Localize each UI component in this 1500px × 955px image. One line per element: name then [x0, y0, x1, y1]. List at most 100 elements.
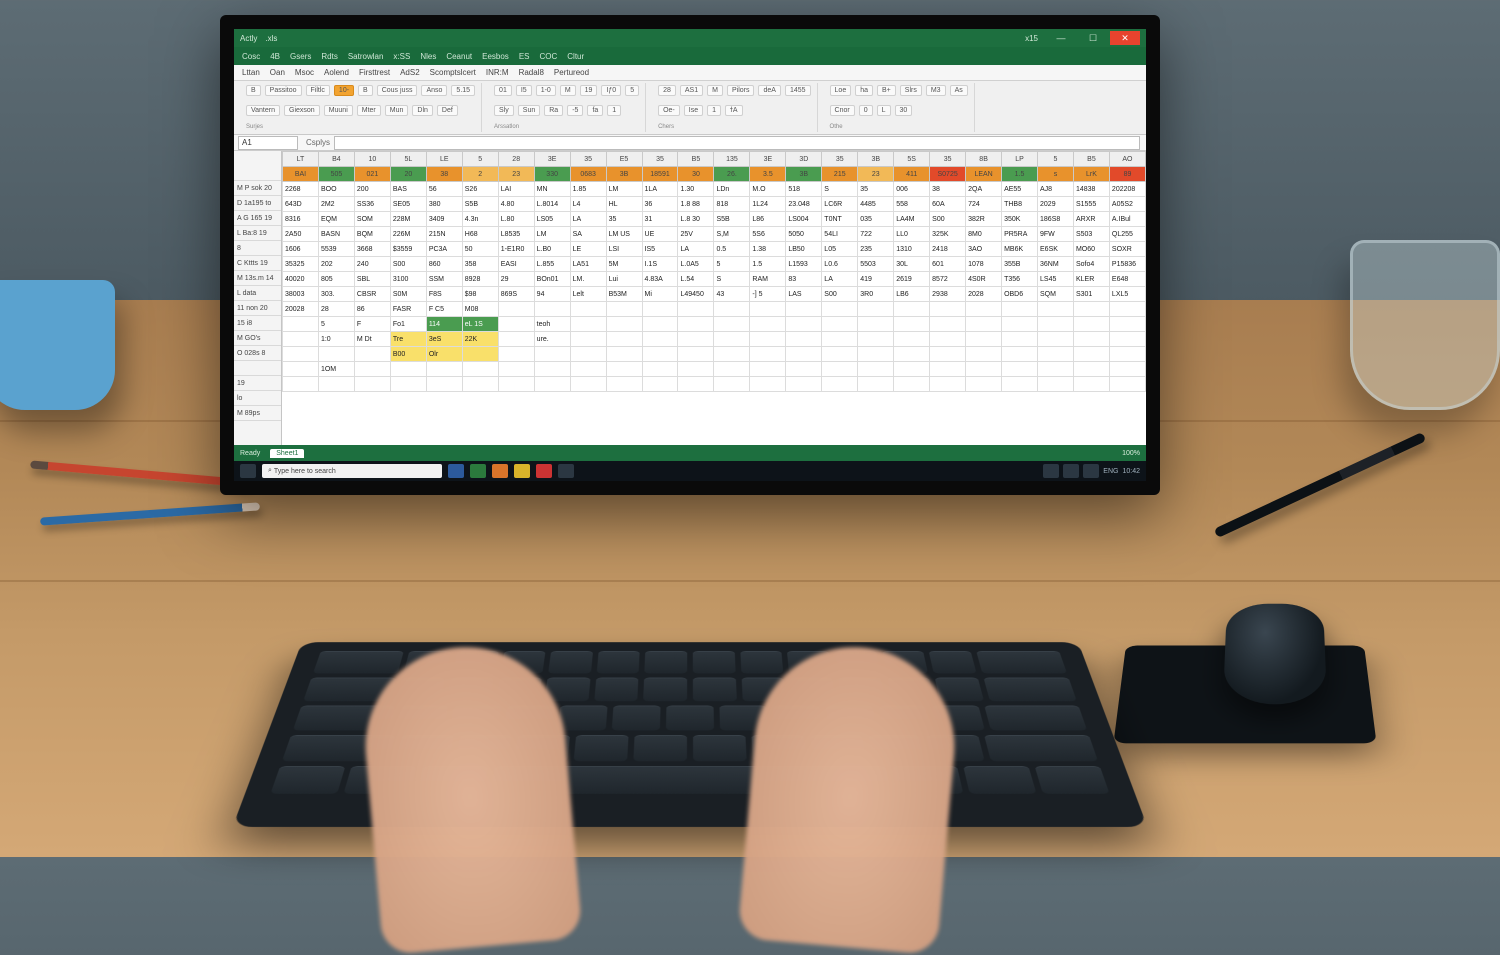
cell[interactable]: 114 [426, 317, 462, 332]
cell[interactable]: 5 [714, 257, 750, 272]
cell[interactable]: 5 [318, 317, 354, 332]
cell[interactable]: A.IBul [1109, 212, 1145, 227]
cell[interactable]: UE [642, 227, 678, 242]
ribbon-button[interactable]: -5 [567, 105, 583, 116]
cell[interactable]: 4485 [858, 197, 894, 212]
menu-item[interactable]: INR:M [486, 68, 509, 77]
cell[interactable] [678, 347, 714, 362]
cell[interactable]: HL [606, 197, 642, 212]
cell[interactable]: LDn [714, 182, 750, 197]
cell[interactable]: SOM [354, 212, 390, 227]
cell[interactable]: -] 5 [750, 287, 786, 302]
menu-item[interactable]: Lttan [242, 68, 260, 77]
ribbon-button[interactable]: 1 [707, 105, 721, 116]
cell[interactable] [498, 317, 534, 332]
cell[interactable]: L.0A5 [678, 257, 714, 272]
cell[interactable] [462, 377, 498, 392]
cell[interactable] [822, 332, 858, 347]
column-header[interactable]: 28 [498, 152, 534, 167]
cell[interactable]: LS05 [534, 212, 570, 227]
column-header[interactable]: 5 [462, 152, 498, 167]
cell[interactable]: BAS [390, 182, 426, 197]
ribbon-button[interactable]: 5.15 [451, 85, 475, 96]
cell[interactable]: 43 [714, 287, 750, 302]
cell[interactable]: S301 [1073, 287, 1109, 302]
ribbon-tab[interactable]: Ceanut [446, 52, 472, 61]
cell[interactable]: 8572 [930, 272, 966, 287]
taskbar-app-icon[interactable] [514, 464, 530, 478]
cell[interactable]: 36 [642, 197, 678, 212]
cell[interactable]: 60A [930, 197, 966, 212]
ribbon-button[interactable]: 1 [607, 105, 621, 116]
cell[interactable]: LXL5 [1109, 287, 1145, 302]
cell[interactable] [642, 317, 678, 332]
cell[interactable]: 56 [426, 182, 462, 197]
header-cell[interactable]: LrK [1073, 167, 1109, 182]
ribbon-button[interactable]: Cnor [830, 105, 855, 116]
cell[interactable]: S5B [462, 197, 498, 212]
column-header[interactable]: 3E [750, 152, 786, 167]
cell[interactable] [1073, 347, 1109, 362]
cell[interactable] [714, 332, 750, 347]
cell[interactable]: F8S [426, 287, 462, 302]
cell[interactable] [966, 347, 1002, 362]
cell[interactable] [642, 347, 678, 362]
ribbon-button[interactable]: Pilors [727, 85, 755, 96]
cell[interactable]: KLER [1073, 272, 1109, 287]
column-header[interactable]: 35 [930, 152, 966, 167]
cell[interactable]: 35 [606, 212, 642, 227]
cell[interactable]: 818 [714, 197, 750, 212]
cell[interactable]: 1:0 [318, 332, 354, 347]
cell[interactable]: S1555 [1073, 197, 1109, 212]
cell[interactable]: L49450 [678, 287, 714, 302]
cell[interactable] [822, 317, 858, 332]
cell[interactable]: 9FW [1038, 227, 1074, 242]
ribbon-button[interactable]: L [877, 105, 891, 116]
cell[interactable]: teoh [534, 317, 570, 332]
ribbon-button[interactable]: M3 [926, 85, 946, 96]
header-cell[interactable]: S0725 [930, 167, 966, 182]
row-header[interactable] [234, 361, 281, 376]
cell[interactable] [498, 362, 534, 377]
cell[interactable]: BOO [318, 182, 354, 197]
formula-bar[interactable] [334, 136, 1140, 150]
menu-item[interactable]: Scomptslcert [430, 68, 476, 77]
header-cell[interactable]: BAI [283, 167, 319, 182]
cell[interactable] [750, 377, 786, 392]
cell[interactable]: M Dt [354, 332, 390, 347]
cell[interactable]: LB6 [894, 287, 930, 302]
row-header[interactable]: C Kttts 19 [234, 256, 281, 271]
column-header[interactable]: B5 [678, 152, 714, 167]
ribbon-button[interactable]: Loe [830, 85, 852, 96]
cell[interactable]: S26 [462, 182, 498, 197]
cell[interactable]: 22K [462, 332, 498, 347]
cell[interactable] [1109, 347, 1145, 362]
ribbon-tab[interactable]: Nles [420, 52, 436, 61]
column-header[interactable]: 5 [1038, 152, 1074, 167]
cell[interactable] [714, 317, 750, 332]
cell[interactable]: 8928 [462, 272, 498, 287]
cell[interactable]: 1OM [318, 362, 354, 377]
row-header[interactable]: 19 [234, 376, 281, 391]
cell[interactable] [786, 302, 822, 317]
cell[interactable]: MO60 [1073, 242, 1109, 257]
cell[interactable]: 3eS [426, 332, 462, 347]
cell[interactable] [750, 332, 786, 347]
cell[interactable]: 350K [1002, 212, 1038, 227]
close-button[interactable]: ✕ [1110, 31, 1140, 45]
cell[interactable]: S5B [714, 212, 750, 227]
cell[interactable] [822, 302, 858, 317]
cell[interactable] [1002, 347, 1038, 362]
ribbon-button[interactable]: Vantern [246, 105, 280, 116]
cell[interactable]: LM. [570, 272, 606, 287]
cell[interactable] [1038, 362, 1074, 377]
cell[interactable] [390, 377, 426, 392]
cell[interactable]: 3409 [426, 212, 462, 227]
row-header[interactable]: M 13s.m 14 [234, 271, 281, 286]
cell[interactable]: S [714, 272, 750, 287]
header-cell[interactable]: 505 [318, 167, 354, 182]
cell[interactable]: I.1S [642, 257, 678, 272]
cell[interactable]: 38 [930, 182, 966, 197]
cell[interactable] [714, 362, 750, 377]
header-cell[interactable]: 89 [1109, 167, 1145, 182]
